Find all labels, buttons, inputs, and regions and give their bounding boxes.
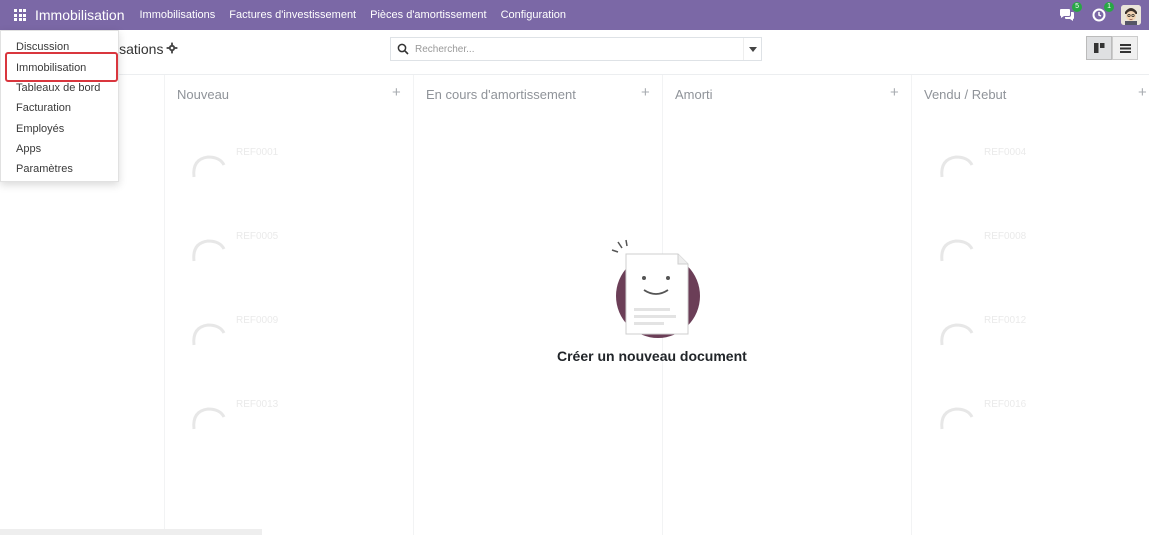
activities-badge: 1: [1104, 2, 1114, 12]
ghost-card: REF0004: [938, 147, 1098, 203]
ghost-card: REF0001: [190, 147, 350, 203]
list-view-button[interactable]: [1112, 36, 1138, 60]
ghost-card: REF0013: [190, 399, 350, 455]
column-separator: [413, 75, 414, 535]
app-item-tableaux-de-bord[interactable]: Tableaux de bord: [16, 82, 100, 94]
column-separator: [911, 75, 912, 535]
kanban-view-icon: [1093, 43, 1104, 53]
apps-grid-icon: [14, 9, 26, 21]
ghost-card: REF0005: [190, 231, 350, 287]
messages-badge: 5: [1072, 2, 1082, 12]
app-item-parametres[interactable]: Paramètres: [16, 163, 73, 175]
avatar-face-icon: [1121, 5, 1141, 25]
search-bar[interactable]: [390, 37, 762, 61]
empty-state-title: Créer un nouveau document: [557, 348, 747, 364]
asset-placeholder-icon: [940, 323, 974, 346]
activities-button[interactable]: 1: [1089, 2, 1114, 25]
asset-placeholder-icon: [940, 155, 974, 178]
column-separator: [164, 75, 165, 535]
column-add-button[interactable]: +: [1138, 84, 1147, 101]
asset-placeholder-icon: [940, 239, 974, 262]
gear-icon[interactable]: [166, 42, 178, 54]
menu-factures-investissement[interactable]: Factures d'investissement: [229, 9, 356, 21]
column-title-en-cours: En cours d'amortissement: [426, 87, 576, 102]
navbar-systray: 5 1: [1045, 0, 1141, 30]
messages-button[interactable]: 5: [1057, 2, 1082, 25]
asset-placeholder-icon: [192, 323, 226, 346]
view-switcher: [1086, 36, 1138, 60]
ghost-card: REF0009: [190, 315, 350, 371]
column-title-vendu-rebut: Vendu / Rebut: [924, 87, 1007, 102]
app-item-facturation[interactable]: Facturation: [16, 102, 71, 114]
clock-icon: [1092, 8, 1106, 22]
menu-configuration[interactable]: Configuration: [501, 9, 566, 21]
column-title-amorti: Amorti: [675, 87, 713, 102]
column-add-button[interactable]: +: [641, 84, 650, 101]
list-view-icon: [1119, 43, 1131, 53]
user-avatar[interactable]: [1121, 5, 1141, 25]
app-item-apps[interactable]: Apps: [16, 143, 41, 155]
caret-down-icon: [748, 46, 757, 52]
apps-dropdown-menu: Discussion Immobilisation Tableaux de bo…: [0, 30, 119, 182]
column-add-button[interactable]: +: [392, 84, 401, 101]
search-icon: [391, 38, 415, 60]
apps-menu-button[interactable]: [5, 0, 35, 30]
kanban-view-button[interactable]: [1086, 36, 1112, 60]
app-item-employes[interactable]: Employés: [16, 123, 64, 135]
asset-placeholder-icon: [192, 239, 226, 262]
asset-placeholder-icon: [192, 155, 226, 178]
control-panel-divider: [0, 74, 1149, 75]
ghost-card: REF0016: [938, 399, 1098, 455]
menu-pieces-amortissement[interactable]: Pièces d'amortissement: [370, 9, 486, 21]
status-bar: [0, 529, 262, 535]
app-brand[interactable]: Immobilisation: [35, 7, 124, 23]
ghost-card: REF0008: [938, 231, 1098, 287]
empty-document-illustration: [611, 239, 700, 338]
asset-placeholder-icon: [940, 407, 974, 430]
menu-immobilisations[interactable]: Immobilisations: [139, 9, 215, 21]
highlight-annotation: [5, 52, 118, 82]
search-options-toggle[interactable]: [743, 38, 761, 60]
top-navbar: Immobilisation Immobilisations Factures …: [0, 0, 1149, 30]
page-title: isations: [116, 41, 164, 57]
search-input[interactable]: [415, 43, 743, 55]
ghost-card: REF0012: [938, 315, 1098, 371]
asset-placeholder-icon: [192, 407, 226, 430]
column-title-nouveau: Nouveau: [177, 87, 230, 102]
column-add-button[interactable]: +: [890, 84, 899, 101]
